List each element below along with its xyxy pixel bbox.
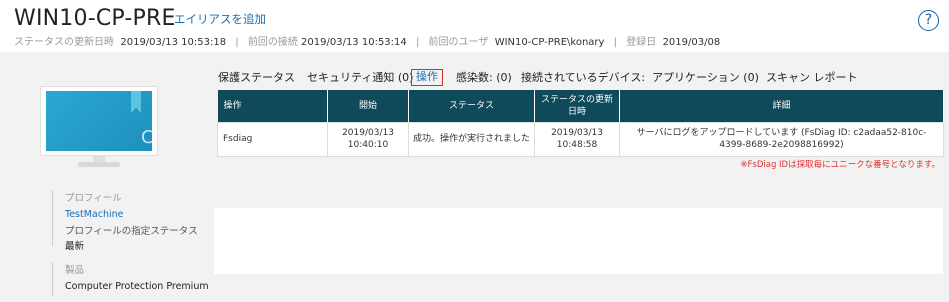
add-alias-link[interactable]: エイリアスを追加: [174, 11, 266, 27]
table-header-row: 操作 開始 ステータス ステータスの更新日時 詳細: [217, 90, 944, 122]
profile-section: プロフィール TestMachine プロフィールの指定ステータス 最新: [52, 190, 198, 252]
fsdiag-note: ※FsDiag IDは採取毎にユニークな番号となります。: [740, 160, 940, 170]
operations-table: 操作 開始 ステータス ステータスの更新日時 詳細 Fsdiag 2019/03…: [217, 90, 944, 157]
tab-connected-devices[interactable]: 接続されているデバイス:: [521, 70, 645, 86]
last-user-value: WIN10-CP-PRE\konary: [494, 37, 605, 48]
registered-label: 登録日: [626, 37, 657, 48]
device-meta: ステータスの更新日時 2019/03/13 10:53:18 | 前回の接続 2…: [14, 37, 721, 48]
help-icon[interactable]: ?: [918, 10, 939, 31]
profile-section-label: プロフィール: [65, 193, 122, 204]
tab-infections[interactable]: 感染数: (0): [456, 70, 512, 86]
table-row[interactable]: Fsdiag 2019/03/13 10:40:10 成功。操作が実行されました…: [217, 121, 944, 157]
column-header-status[interactable]: ステータス: [408, 90, 535, 122]
cell-start: 2019/03/13 10:40:10: [327, 121, 409, 157]
operations-table-wrap: 操作 開始 ステータス ステータスの更新日時 詳細 Fsdiag 2019/03…: [217, 90, 944, 157]
status-updated-label: ステータスの更新日時: [14, 37, 114, 48]
tab-operations[interactable]: 操作: [411, 69, 443, 86]
profile-status-caption: プロフィールの指定ステータス: [65, 226, 198, 237]
product-value: Computer Protection Premium: [65, 281, 209, 292]
column-header-operation[interactable]: 操作: [217, 90, 328, 122]
device-header: WIN10-CP-PRE エイリアスを追加 ステータスの更新日時 2019/03…: [0, 0, 949, 52]
cell-status: 成功。操作が実行されました: [408, 121, 535, 157]
status-updated-value: 2019/03/13 10:53:18: [120, 37, 227, 48]
cell-detail: サーバにログをアップロードしています (FsDiag ID: c2adaa52-…: [619, 121, 944, 157]
product-section: 製品 Computer Protection Premium: [52, 262, 209, 296]
cell-updated: 2019/03/13 10:48:58: [534, 121, 620, 157]
tab-applications[interactable]: アプリケーション (0): [652, 70, 759, 86]
profile-status-value: 最新: [65, 241, 85, 252]
column-header-updated[interactable]: ステータスの更新日時: [534, 90, 620, 122]
device-title: WIN10-CP-PRE: [14, 6, 176, 31]
tab-security-notifications[interactable]: セキュリティ通知 (0): [307, 70, 413, 86]
column-header-detail[interactable]: 詳細: [619, 90, 944, 122]
monitor-stand: [78, 162, 120, 167]
column-header-start[interactable]: 開始: [327, 90, 409, 122]
last-connection-label: 前回の接続: [247, 37, 298, 48]
product-section-label: 製品: [65, 265, 85, 276]
tab-protection-status[interactable]: 保護ステータス: [218, 70, 295, 86]
content-blank-area: [214, 208, 943, 274]
profile-link[interactable]: TestMachine: [65, 209, 198, 220]
tab-scan-report[interactable]: スキャン レポート: [766, 70, 858, 86]
last-user-label: 前回のユーザ: [428, 37, 489, 48]
cell-operation: Fsdiag: [217, 121, 328, 157]
last-connection-value: 2019/03/13 10:53:14: [301, 37, 407, 48]
computer-illustration: C: [40, 86, 158, 176]
monitor-frame: C: [40, 86, 158, 156]
registered-value: 2019/03/08: [662, 37, 721, 48]
product-badge: C: [141, 127, 154, 148]
